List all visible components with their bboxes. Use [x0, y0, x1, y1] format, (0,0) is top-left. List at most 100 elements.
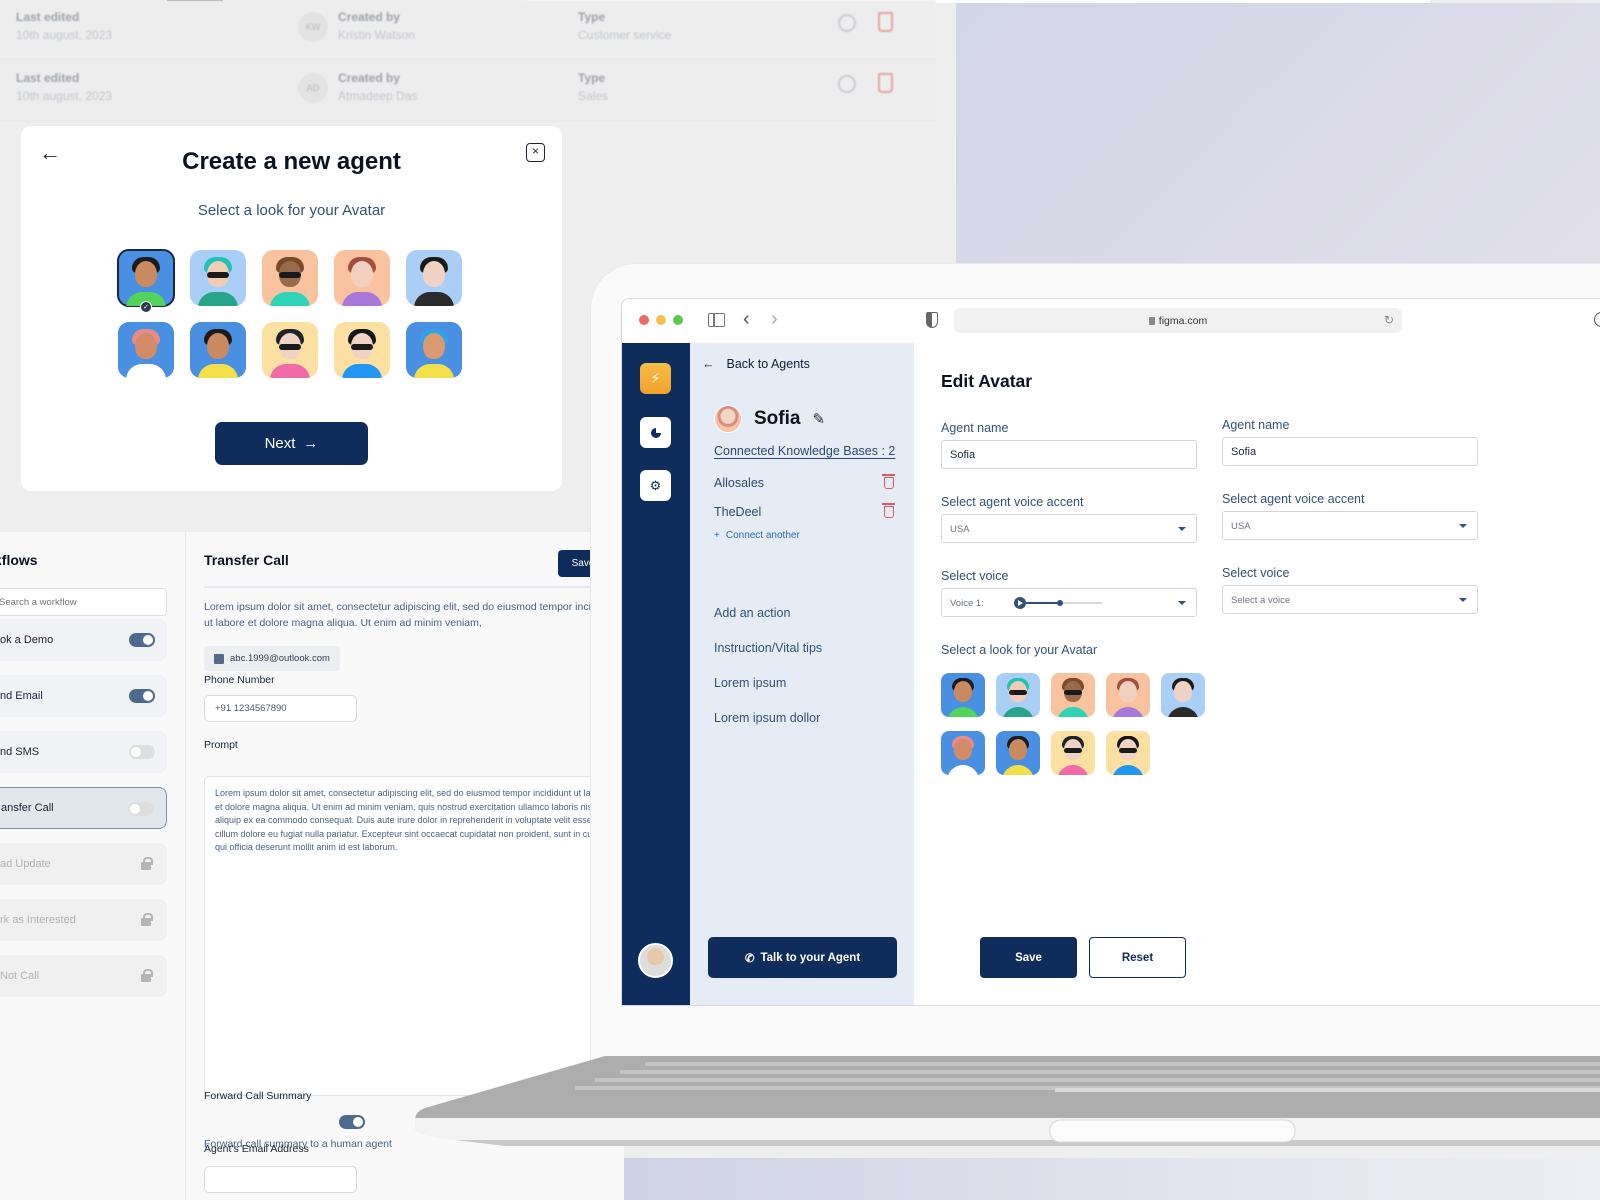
avatar-teal-hair-sunglasses[interactable] [996, 673, 1040, 717]
avatar-option[interactable] [996, 673, 1040, 717]
avatar-redhead-glasses[interactable] [334, 250, 390, 306]
avatar-option[interactable] [941, 731, 985, 775]
connected-knowledge-bases-link[interactable]: Connected Knowledge Bases : 2 [714, 444, 895, 458]
avatar-option[interactable] [1051, 731, 1095, 775]
avatar-curly-green-hoodie[interactable] [117, 249, 175, 307]
agent-name-input[interactable] [941, 440, 1197, 469]
trash-icon[interactable] [882, 474, 895, 489]
nav-lorem-ipsum-dollor[interactable]: Lorem ipsum dollor [714, 711, 820, 725]
minimize-window-button[interactable] [656, 315, 666, 325]
avatar-face [954, 681, 972, 702]
avatar-long-dark-hair[interactable] [996, 731, 1040, 775]
address-bar[interactable]: figma.com ↻ [954, 308, 1402, 333]
workflow-search-input[interactable] [0, 588, 167, 616]
avatar-option[interactable] [190, 250, 246, 306]
talk-to-agent-button[interactable]: ✆ Talk to your Agent [708, 937, 897, 978]
avatar-long-dark-hair[interactable] [190, 322, 246, 378]
phone-number-input[interactable] [204, 695, 357, 722]
avatar-option[interactable] [262, 250, 318, 306]
voice-accent-select[interactable]: USA [941, 514, 1197, 543]
workflow-toggle[interactable] [129, 745, 155, 759]
avatar-option[interactable] [190, 322, 246, 378]
back-to-agents-link[interactable]: ← Back to Agents [702, 357, 810, 371]
avatar-option[interactable] [406, 250, 462, 306]
workflow-toggle[interactable] [128, 802, 154, 816]
workflow-item[interactable]: nd SMS [0, 731, 167, 773]
nav-add-action[interactable]: Add an action [714, 606, 790, 620]
forward-call-summary-toggle[interactable] [339, 1115, 365, 1129]
avatar-cap-glasses[interactable] [1051, 673, 1095, 717]
browser-back-icon[interactable]: ‹ [743, 308, 750, 331]
avatar-redhead-glasses[interactable] [1106, 673, 1150, 717]
voice-progress-handle[interactable] [1057, 600, 1064, 606]
avatar-option[interactable] [118, 322, 174, 378]
avatar-option[interactable] [334, 250, 390, 306]
reload-icon[interactable]: ↻ [1384, 313, 1394, 327]
next-button[interactable]: Next → [215, 422, 368, 465]
avatar-sunglasses-blue-shirt[interactable] [1106, 731, 1150, 775]
avatar-option[interactable] [262, 322, 318, 378]
select-voice-select-alt[interactable]: Select a voice [1222, 585, 1478, 614]
browser-forward-icon[interactable]: › [771, 308, 778, 331]
agent-list-row[interactable]: Last edited 10th august, 2023 KW Created … [0, 0, 936, 60]
maximize-window-button[interactable] [673, 315, 683, 325]
avatar-bun-sunglasses[interactable] [262, 322, 318, 378]
avatar-sunglasses-blue-shirt[interactable] [334, 322, 390, 378]
background-agent-list: Last edited 10th august, 2023 KW Created … [0, 0, 936, 124]
delete-icon[interactable] [878, 73, 893, 93]
agent-list-row[interactable]: Last edited 10th august, 2023 AD Created … [0, 61, 936, 121]
avatar-curly-green-hoodie[interactable] [941, 673, 985, 717]
agent-email-input[interactable] [204, 1166, 357, 1193]
avatar-black-hair-hoodie[interactable] [1161, 673, 1205, 717]
workflow-item[interactable]: ansfer Call [0, 787, 167, 829]
workflow-toggle[interactable] [129, 689, 155, 703]
edit-icon[interactable] [838, 14, 856, 32]
avatar-option[interactable] [406, 322, 462, 378]
edit-icon[interactable] [838, 75, 856, 93]
avatar-option[interactable] [941, 673, 985, 717]
avatar-pink-curls[interactable] [941, 731, 985, 775]
rail-agents-button[interactable]: ⚡ [640, 363, 671, 394]
user-avatar[interactable] [638, 943, 673, 978]
avatar-bun-sunglasses[interactable] [1051, 731, 1095, 775]
avatar-option[interactable]: ✓ [117, 249, 175, 313]
avatar-blue-bangs[interactable] [406, 322, 462, 378]
avatar-option[interactable] [1106, 731, 1150, 775]
delete-icon[interactable] [878, 12, 893, 32]
nav-lorem-ipsum[interactable]: Lorem ipsum [714, 676, 786, 690]
avatar-teal-hair-sunglasses[interactable] [190, 250, 246, 306]
agent-avatar [714, 405, 742, 433]
select-voice-select[interactable]: Voice 1: [941, 588, 1197, 617]
avatar-option[interactable] [1106, 673, 1150, 717]
reset-button[interactable]: Reset [1089, 937, 1186, 978]
avatar-option[interactable] [1161, 673, 1205, 717]
pencil-icon[interactable]: ✎ [812, 410, 825, 428]
sidebar-toggle-icon[interactable] [708, 313, 725, 327]
agent-name-input-alt[interactable] [1222, 437, 1478, 466]
prompt-textarea[interactable]: Lorem ipsum dolor sit amet, consectetur … [204, 776, 624, 1096]
play-icon[interactable] [1014, 597, 1026, 609]
nav-instruction-tips[interactable]: Instruction/Vital tips [714, 641, 822, 655]
download-icon[interactable] [1594, 312, 1600, 327]
trash-icon[interactable] [882, 503, 895, 518]
email-chip[interactable]: abc.1999@outlook.com [204, 646, 340, 671]
avatar-option[interactable] [1051, 673, 1095, 717]
avatar-black-hair-hoodie[interactable] [406, 250, 462, 306]
avatar-option[interactable] [996, 731, 1040, 775]
avatar-face [135, 333, 157, 359]
voice-accent-select-alt[interactable]: USA [1222, 511, 1478, 540]
workflow-item[interactable]: nd Email [0, 675, 167, 717]
avatar-cap-glasses[interactable] [262, 250, 318, 306]
avatar-pink-curls[interactable] [118, 322, 174, 378]
connect-another-link[interactable]: + Connect another [714, 530, 800, 541]
privacy-shield-icon[interactable] [926, 312, 938, 328]
rail-analytics-button[interactable] [640, 417, 671, 448]
avatar-outfit [270, 364, 310, 378]
workflow-toggle[interactable] [129, 633, 155, 647]
close-window-button[interactable] [639, 315, 649, 325]
rail-settings-button[interactable]: ⚙ [640, 470, 671, 501]
save-button[interactable]: Save [980, 937, 1077, 978]
workflow-item[interactable]: ok a Demo [0, 619, 167, 661]
avatar-option[interactable] [334, 322, 390, 378]
voice-preview-player[interactable] [1014, 597, 1102, 609]
